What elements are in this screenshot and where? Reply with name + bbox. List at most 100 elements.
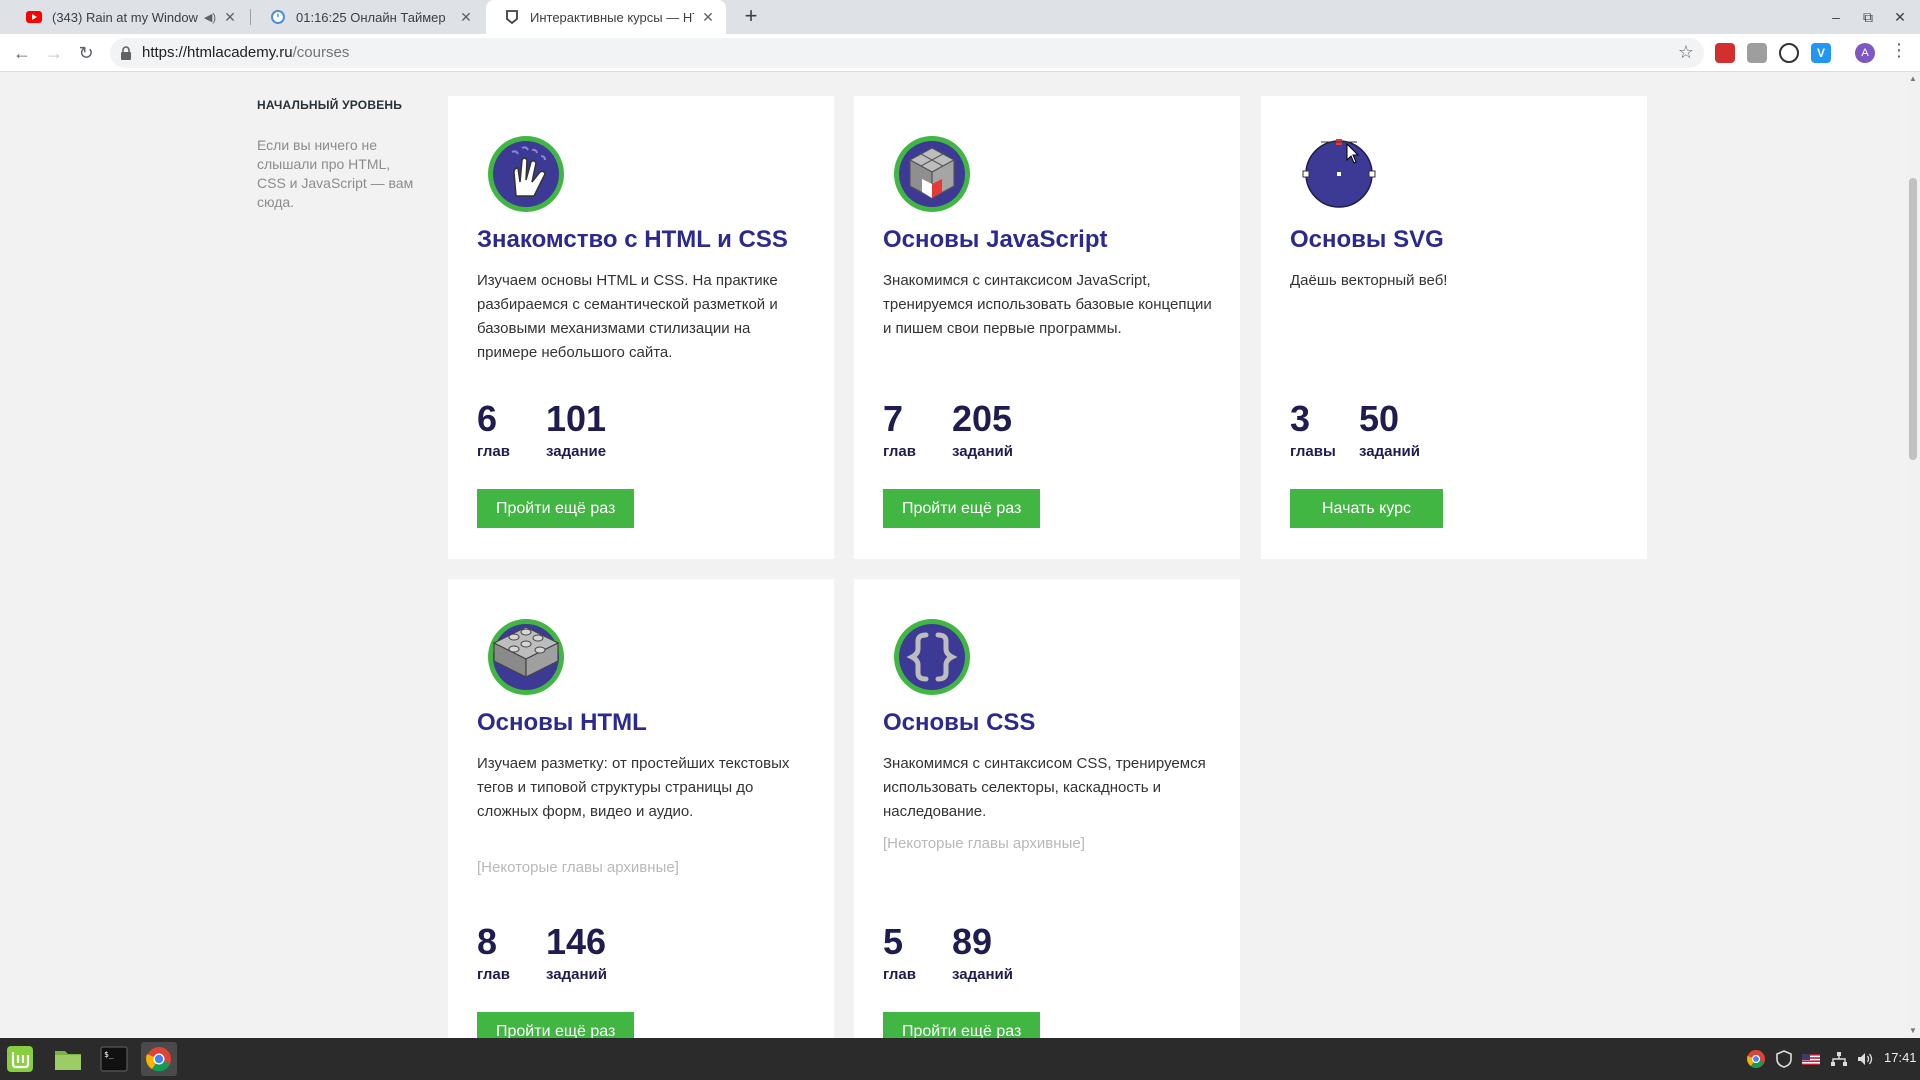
retake-course-button[interactable]: Пройти ещё раз — [477, 1012, 635, 1038]
retake-course-button[interactable]: Пройти ещё раз — [883, 489, 1041, 528]
course-title[interactable]: Основы SVG — [1290, 226, 1444, 254]
terminal-icon[interactable]: $_ — [96, 1042, 132, 1076]
tasks-stat: 50 заданий — [1359, 398, 1420, 461]
course-card[interactable]: Основы SVG Даёшь векторный веб! 3 главы … — [1261, 96, 1647, 559]
retake-course-button[interactable]: Пройти ещё раз — [883, 1012, 1041, 1038]
tasks-label: заданий — [952, 966, 1013, 983]
us-flag-icon[interactable] — [1801, 1049, 1821, 1069]
chrome-tray-icon[interactable] — [1746, 1049, 1766, 1069]
sidebar-description: Если вы ничего не слышали про HTML, CSS … — [257, 137, 414, 210]
tasks-stat: 205 заданий — [952, 398, 1013, 461]
bookmark-star-icon[interactable]: ☆ — [1678, 42, 1694, 63]
adblock-extension-icon[interactable] — [1715, 43, 1735, 63]
course-card[interactable]: Знакомство с HTML и CSS Изучаем основы H… — [448, 96, 834, 559]
course-title[interactable]: Знакомство с HTML и CSS — [477, 226, 788, 254]
network-icon[interactable] — [1829, 1049, 1849, 1069]
course-card[interactable]: Основы CSS Знакомимся с синтаксисом CSS,… — [854, 579, 1240, 1038]
page-scrollbar[interactable]: ▲ ▼ — [1906, 72, 1920, 1038]
chapters-count: 5 — [883, 921, 904, 962]
tab-timer[interactable]: 01:16:25 Онлайн Таймер ✕ — [252, 0, 484, 34]
mint-menu-icon[interactable] — [2, 1042, 38, 1076]
chrome-taskbar-icon[interactable] — [141, 1042, 177, 1076]
volume-icon[interactable] — [1855, 1049, 1875, 1069]
chapters-count: 8 — [477, 921, 498, 962]
course-description: Изучаем разметку: от простейших текстовы… — [477, 755, 790, 820]
window-close-icon[interactable]: ✕ — [1888, 5, 1912, 29]
extension-icon[interactable] — [1747, 43, 1767, 63]
page-viewport: НАЧАЛЬНЫЙ УРОВЕНЬ Если вы ничего не слыш… — [0, 72, 1906, 1038]
scroll-up-icon[interactable]: ▲ — [1909, 74, 1917, 83]
url-path: /courses — [292, 44, 350, 61]
course-card[interactable]: Основы JavaScript Знакомимся с синтаксис… — [854, 96, 1240, 559]
htmlacademy-icon — [504, 9, 520, 25]
files-folder-icon[interactable] — [50, 1042, 86, 1076]
restore-icon[interactable]: ⧉ — [1856, 5, 1880, 29]
chapters-stat: 5 глав — [883, 921, 916, 984]
tasks-stat: 101 задание — [546, 398, 607, 461]
chapters-label: глав — [883, 966, 916, 983]
sync-extension-icon[interactable] — [1779, 43, 1799, 63]
course-title[interactable]: Основы JavaScript — [883, 226, 1108, 254]
chapters-count: 3 — [1290, 398, 1311, 439]
course-description: Знакомимся с синтаксисом CSS, тренируемс… — [883, 755, 1206, 820]
browser-toolbar: ← → ↻ https://htmlacademy.ru/courses ☆ V… — [0, 34, 1920, 72]
retake-course-button[interactable]: Пройти ещё раз — [477, 489, 635, 528]
v-extension-icon[interactable]: V — [1811, 43, 1831, 63]
tab-title: (343) Rain at my Window — [52, 9, 198, 25]
scrollbar-thumb[interactable] — [1909, 178, 1917, 460]
tab-youtube[interactable]: (343) Rain at my Window ◀) ✕ — [8, 0, 248, 34]
back-icon[interactable]: ← — [8, 39, 36, 67]
minimize-icon[interactable]: – — [1824, 5, 1848, 29]
clock[interactable]: 17:41 — [1884, 1050, 1917, 1065]
course-title[interactable]: Основы HTML — [477, 709, 647, 737]
menu-kebab-icon[interactable]: ⋮ — [1890, 40, 1908, 61]
chapters-count: 6 — [477, 398, 498, 439]
speaker-icon[interactable]: ◀) — [204, 11, 216, 24]
avatar[interactable]: A — [1855, 43, 1875, 63]
new-tab-button[interactable]: + — [737, 3, 765, 31]
chapters-stat: 8 глав — [477, 921, 510, 984]
url-text: https://htmlacademy.ru/courses — [142, 44, 349, 61]
tasks-count: 146 — [546, 921, 607, 962]
tasks-label: заданий — [546, 966, 607, 983]
start-course-button[interactable]: Начать курс — [1290, 489, 1443, 528]
chapters-stat: 6 глав — [477, 398, 510, 461]
tab-divider — [250, 9, 251, 25]
vector-circle-icon — [1299, 134, 1379, 214]
tasks-count: 101 — [546, 398, 607, 439]
forward-icon[interactable]: → — [40, 39, 68, 67]
url-host: https://htmlacademy.ru — [142, 44, 293, 61]
address-bar[interactable]: https://htmlacademy.ru/courses ☆ — [110, 38, 1704, 68]
tasks-count: 89 — [952, 921, 993, 962]
close-icon[interactable]: ✕ — [700, 9, 716, 26]
chapters-label: глав — [883, 443, 916, 460]
lock-icon — [120, 46, 132, 60]
tab-htmlacademy[interactable]: Интерактивные курсы — HT ✕ — [486, 0, 726, 34]
reload-icon[interactable]: ↻ — [72, 39, 100, 67]
course-card[interactable]: Основы HTML Изучаем разметку: от простей… — [448, 579, 834, 1038]
tasks-count: 205 — [952, 398, 1013, 439]
scroll-down-icon[interactable]: ▼ — [1909, 1026, 1917, 1035]
tasks-count: 50 — [1359, 398, 1400, 439]
course-title[interactable]: Основы CSS — [883, 709, 1035, 737]
chapters-label: глав — [477, 443, 510, 460]
shield-icon[interactable] — [1774, 1049, 1794, 1069]
sidebar-heading: НАЧАЛЬНЫЙ УРОВЕНЬ — [257, 98, 403, 112]
chapters-count: 7 — [883, 398, 904, 439]
close-icon[interactable]: ✕ — [222, 9, 238, 26]
tasks-stat: 89 заданий — [952, 921, 1013, 984]
tasks-label: заданий — [952, 443, 1013, 460]
tasks-label: задание — [546, 443, 607, 460]
tasks-stat: 146 заданий — [546, 921, 607, 984]
close-icon[interactable]: ✕ — [458, 9, 474, 26]
youtube-icon — [26, 9, 42, 25]
archive-note: [Некоторые главы архивные] — [477, 859, 679, 876]
course-description: Даёшь векторный веб! — [1290, 272, 1448, 289]
tab-title: Интерактивные курсы — HT — [530, 9, 694, 25]
chapters-label: глав — [477, 966, 510, 983]
archive-note: [Некоторые главы архивные] — [883, 835, 1085, 852]
hand-icon — [486, 134, 566, 214]
rubiks-cube-icon — [892, 134, 972, 214]
tasks-label: заданий — [1359, 443, 1420, 460]
chapters-stat: 3 главы — [1290, 398, 1336, 461]
